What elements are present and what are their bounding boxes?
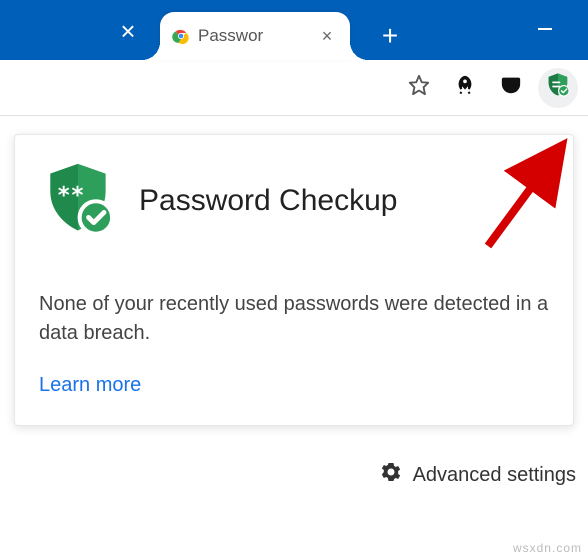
popup-status-text: None of your recently used passwords wer… — [39, 290, 549, 348]
password-checkup-icon — [544, 71, 572, 104]
bookmark-star-button[interactable] — [400, 69, 438, 107]
rocket-icon — [454, 74, 476, 101]
window-minimize-button[interactable] — [530, 10, 560, 30]
chrome-favicon-icon — [172, 27, 190, 45]
close-icon: × — [322, 26, 333, 47]
password-checkup-popup: ** Password Checkup None of your recentl… — [14, 134, 574, 426]
popup-title: Password Checkup — [139, 184, 397, 218]
tab-title: Passwor — [198, 26, 310, 46]
tab-strip: Passwor × + — [0, 0, 404, 60]
watermark-text: wsxdn.com — [513, 541, 582, 555]
browser-window: × Passwor × — [0, 0, 588, 559]
star-icon — [408, 74, 430, 101]
gear-icon — [379, 460, 403, 490]
password-checkup-extension-button[interactable] — [538, 68, 578, 108]
popup-footer: Advanced settings — [14, 460, 580, 490]
plus-icon: + — [382, 20, 398, 52]
new-tab-button[interactable]: + — [376, 22, 404, 50]
advanced-settings-label: Advanced settings — [413, 464, 576, 487]
pocket-icon — [500, 74, 522, 101]
extension-popup-surface: ** Password Checkup None of your recentl… — [0, 116, 588, 559]
svg-text:**: ** — [57, 183, 84, 209]
rocket-extension-button[interactable] — [446, 69, 484, 107]
toolbar — [0, 60, 588, 116]
active-tab[interactable]: Passwor × — [160, 12, 350, 60]
minimize-icon — [538, 28, 552, 30]
advanced-settings-link[interactable]: Advanced settings — [379, 460, 576, 490]
tab-close-button[interactable]: × — [318, 27, 336, 45]
popup-header: ** Password Checkup — [39, 159, 549, 242]
shield-check-icon: ** — [39, 159, 117, 242]
previous-tab-close-button[interactable]: × — [115, 18, 141, 44]
titlebar: × Passwor × — [0, 0, 588, 60]
pocket-extension-button[interactable] — [492, 69, 530, 107]
learn-more-link[interactable]: Learn more — [39, 374, 549, 397]
close-icon: × — [120, 16, 135, 47]
